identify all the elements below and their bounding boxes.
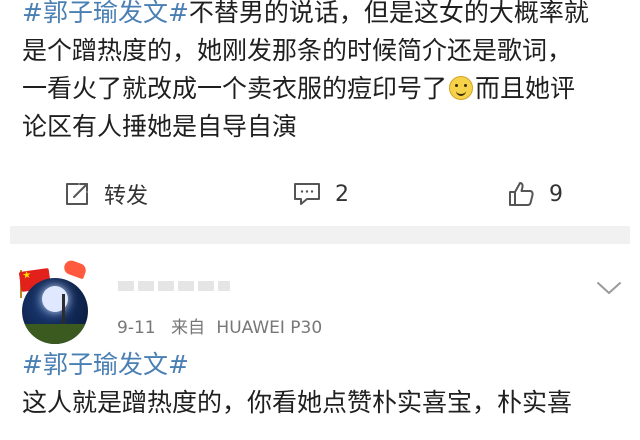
comment-line-2: 这人就是蹭热度的，你看她点赞朴实喜宝，朴实喜 xyxy=(22,384,628,422)
comment-line-text: 这人就是蹭热度的，你看她点赞朴实喜宝，朴实喜 xyxy=(22,388,573,417)
tree-graphic xyxy=(62,294,65,324)
like-count: 9 xyxy=(549,181,563,207)
comment-hashtag[interactable]: #郭子瑜发文# xyxy=(22,350,189,379)
post-action-bar: 转发 2 9 xyxy=(0,172,640,216)
post-line-3: 一看火了就改成一个卖衣服的痘印号了 而且她评 xyxy=(22,70,628,108)
post-line-text: 论区有人捶她是自导自演 xyxy=(22,112,298,141)
post-line-text: 不替男的说话，但是这女的大概率就 xyxy=(188,0,589,27)
post-text: #郭子瑜发文#不替男的说话，但是这女的大概率就 是个蹭热度的，她刚发那条的时候简… xyxy=(22,0,628,146)
chevron-down-icon[interactable] xyxy=(595,278,623,298)
comment-bubble-icon xyxy=(294,183,320,205)
like-button[interactable]: 9 xyxy=(507,172,563,216)
share-square-arrow-icon xyxy=(66,183,88,205)
grin-emoji-icon xyxy=(449,76,474,100)
comment-timestamp: 9-11 xyxy=(117,318,156,338)
post-line-text-after: 而且她评 xyxy=(475,74,576,103)
comment-line-1: #郭子瑜发文# xyxy=(22,346,628,384)
ribbon-decoration xyxy=(62,258,88,280)
comment-text: #郭子瑜发文# 这人就是蹭热度的，你看她点赞朴实喜宝，朴实喜 xyxy=(22,346,628,422)
post-hashtag[interactable]: #郭子瑜发文# xyxy=(22,0,189,27)
username-redacted[interactable] xyxy=(118,281,230,291)
section-divider xyxy=(10,226,630,244)
comment-source-prefix: 来自 xyxy=(171,318,205,338)
comment-item: 9-11 来自 HUAWEI P30 #郭子瑜发文# 这人就是蹭热度的，你看她点… xyxy=(0,244,640,440)
comment-device: HUAWEI P30 xyxy=(216,318,323,338)
avatar-image xyxy=(22,278,88,344)
comment-button[interactable]: 2 xyxy=(293,172,349,216)
avatar[interactable] xyxy=(14,256,104,344)
post-line-text: 一看火了就改成一个卖衣服的痘印号了 xyxy=(22,74,448,103)
post-line-text: 是个蹭热度的，她刚发那条的时候简介还是歌词， xyxy=(22,36,573,65)
comment-meta: 9-11 来自 HUAWEI P30 xyxy=(117,313,322,338)
post-line-2: 是个蹭热度的，她刚发那条的时候简介还是歌词， xyxy=(22,32,628,70)
post-line-1: #郭子瑜发文#不替男的说话，但是这女的大概率就 xyxy=(22,0,628,32)
repost-button[interactable]: 转发 xyxy=(64,172,148,216)
ground-graphic xyxy=(22,324,88,344)
thumbs-up-icon xyxy=(509,182,534,206)
post-line-4: 论区有人捶她是自导自演 xyxy=(22,108,628,146)
comment-count: 2 xyxy=(335,181,349,207)
repost-label: 转发 xyxy=(104,184,149,209)
